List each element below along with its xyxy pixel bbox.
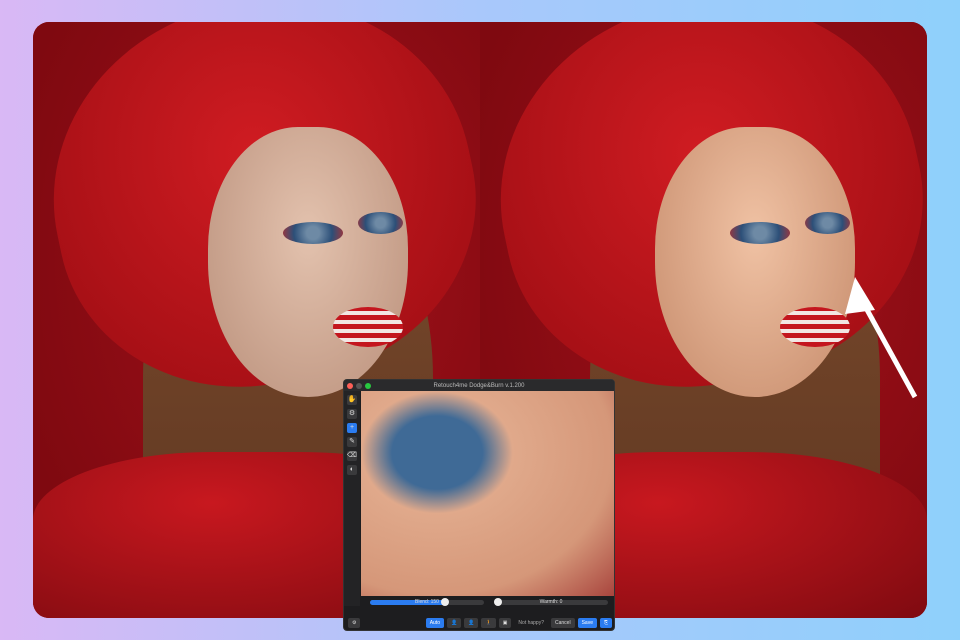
cancel-button[interactable]: Cancel xyxy=(551,617,575,628)
arrow-icon xyxy=(845,277,918,399)
settings-button[interactable]: ⚙ xyxy=(348,617,361,628)
person-alt-icon[interactable]: 👤 xyxy=(464,617,479,628)
warmth-label: Warmth: 0 xyxy=(539,598,563,605)
contrast-icon[interactable]: ◐ xyxy=(347,465,357,475)
not-happy-link[interactable]: Not happy? xyxy=(518,620,544,626)
compare-icon[interactable]: ▣ xyxy=(498,617,512,628)
figure-icon[interactable]: 🚶 xyxy=(481,617,496,628)
blend-label: Blend: 150 xyxy=(415,598,439,605)
plugin-window: Retouch4me Dodge&Burn v.1.200 ✋ ⚙ + ✎ ⌫ … xyxy=(343,379,615,631)
title-bar: Retouch4me Dodge&Burn v.1.200 xyxy=(344,380,614,391)
auto-button[interactable]: Auto xyxy=(425,617,444,628)
plus-icon[interactable]: + xyxy=(347,423,357,433)
toolbar: ✋ ⚙ + ✎ ⌫ ◐ xyxy=(344,391,360,606)
brush-icon[interactable]: ✎ xyxy=(347,437,357,447)
preview-canvas[interactable] xyxy=(361,391,614,596)
settings-icon[interactable]: ⚙ xyxy=(347,409,357,419)
export-icon[interactable]: ⎘ xyxy=(599,617,612,628)
person-icon[interactable]: 👤 xyxy=(446,617,462,628)
hand-icon[interactable]: ✋ xyxy=(347,395,357,405)
blend-slider[interactable]: Blend: 150 xyxy=(370,597,484,606)
window-title: Retouch4me Dodge&Burn v.1.200 xyxy=(433,382,525,389)
eraser-icon[interactable]: ⌫ xyxy=(347,451,357,461)
save-button[interactable]: Save xyxy=(577,617,597,628)
warmth-slider[interactable]: Warmth: 0 xyxy=(494,597,608,606)
